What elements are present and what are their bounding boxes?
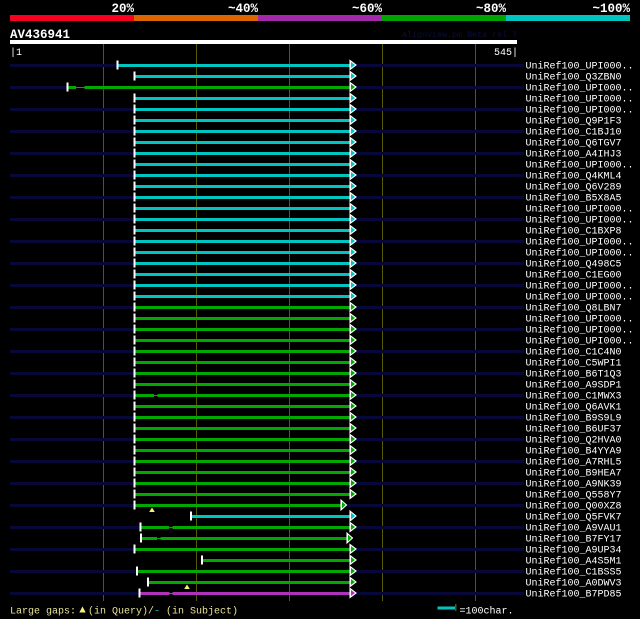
svg-text:UniRef100_UPI000..: UniRef100_UPI000..: [526, 314, 634, 326]
svg-text:(in Subject): (in Subject): [166, 606, 238, 618]
svg-text:UniRef100_Q2HVA0: UniRef100_Q2HVA0: [526, 435, 622, 447]
svg-text:UniRef100_UPI000..: UniRef100_UPI000..: [526, 83, 634, 95]
svg-text:UniRef100_A4IHJ3: UniRef100_A4IHJ3: [526, 149, 622, 161]
svg-text:UniRef100_UPI000..: UniRef100_UPI000..: [526, 105, 634, 117]
svg-text:UniRef100_UPI000..: UniRef100_UPI000..: [526, 61, 634, 73]
svg-text:UniRef100_UPI000..: UniRef100_UPI000..: [526, 204, 634, 216]
svg-text:UniRef100_Q6AVK1: UniRef100_Q6AVK1: [526, 402, 622, 414]
svg-text:UniRef100_A9NK39: UniRef100_A9NK39: [526, 479, 622, 491]
svg-text:(in Query)/: (in Query)/: [88, 606, 154, 618]
svg-text:UniRef100_A9SDP1: UniRef100_A9SDP1: [526, 380, 622, 392]
svg-text:-: -: [154, 607, 160, 618]
svg-text:UniRef100_C5WPI1: UniRef100_C5WPI1: [526, 358, 622, 370]
svg-text:UniRef100_B6UF37: UniRef100_B6UF37: [526, 424, 622, 436]
svg-text:UniRef100_Q6V289: UniRef100_Q6V289: [526, 182, 622, 194]
svg-text:UniRef100_UPI000..: UniRef100_UPI000..: [526, 94, 634, 106]
svg-text:~80%: ~80%: [476, 2, 507, 16]
svg-text:UniRef100_Q8LBN7: UniRef100_Q8LBN7: [526, 303, 622, 315]
svg-text:UniRef100_A9UP34: UniRef100_A9UP34: [526, 545, 622, 557]
svg-text:UniRef100_A9VAU1: UniRef100_A9VAU1: [526, 523, 622, 535]
svg-text:UniRef100_UPI000..: UniRef100_UPI000..: [526, 160, 634, 172]
svg-text:UniRef100_A0DWV3: UniRef100_A0DWV3: [526, 578, 622, 590]
svg-text:UniRef100_C1BJ10: UniRef100_C1BJ10: [526, 127, 622, 139]
svg-text:UniRef100_A7RHL5: UniRef100_A7RHL5: [526, 457, 622, 469]
svg-text:UniRef100_C1C4N0: UniRef100_C1C4N0: [526, 347, 622, 359]
svg-text:UniRef100_B4YYA9: UniRef100_B4YYA9: [526, 446, 622, 458]
svg-text:UniRef100_B9S9L9: UniRef100_B9S9L9: [526, 413, 622, 425]
svg-text:UniRef100_Q5FVK7: UniRef100_Q5FVK7: [526, 512, 622, 524]
svg-text:UniRef100_UPI000..: UniRef100_UPI000..: [526, 215, 634, 227]
svg-text:~100%: ~100%: [592, 2, 630, 16]
svg-text:UniRef100_Q3ZBN0: UniRef100_Q3ZBN0: [526, 72, 622, 84]
svg-text:545|: 545|: [494, 47, 518, 59]
svg-text:UniRef100_C1BSS5: UniRef100_C1BSS5: [526, 567, 622, 579]
svg-text:~60%: ~60%: [352, 2, 383, 16]
svg-text:UniRef100_B6T1Q3: UniRef100_B6T1Q3: [526, 369, 622, 381]
svg-text:AV436941: AV436941: [10, 28, 70, 42]
svg-text:UniRef100_B5X8A5: UniRef100_B5X8A5: [526, 193, 622, 205]
svg-text:UniRef100_Q6TGV7: UniRef100_Q6TGV7: [526, 138, 622, 150]
svg-text:AlignView.pm Beta rel.7: AlignView.pm Beta rel.7: [402, 30, 517, 40]
svg-text:UniRef100_A4S5M1: UniRef100_A4S5M1: [526, 556, 622, 568]
svg-text:UniRef100_C1BXP8: UniRef100_C1BXP8: [526, 226, 622, 238]
svg-text:UniRef100_Q498C5: UniRef100_Q498C5: [526, 259, 622, 271]
svg-text:UniRef100_UPI000..: UniRef100_UPI000..: [526, 325, 634, 337]
svg-text:UniRef100_Q558Y7: UniRef100_Q558Y7: [526, 490, 622, 502]
svg-text:Large gaps:: Large gaps:: [10, 607, 76, 618]
svg-text:~40%: ~40%: [228, 2, 259, 16]
svg-text:=100char.: =100char.: [460, 606, 514, 618]
svg-text:UniRef100_Q4KML4: UniRef100_Q4KML4: [526, 171, 622, 183]
svg-text:UniRef100_B7FY17: UniRef100_B7FY17: [526, 534, 622, 546]
svg-text:|1: |1: [10, 47, 22, 59]
svg-text:UniRef100_B9HEA7: UniRef100_B9HEA7: [526, 468, 622, 480]
svg-text:UniRef100_Q9P1F3: UniRef100_Q9P1F3: [526, 116, 622, 128]
svg-text:UniRef100_C1EG00: UniRef100_C1EG00: [526, 270, 622, 282]
svg-text:UniRef100_C1MWX3: UniRef100_C1MWX3: [526, 391, 622, 403]
svg-text:UniRef100_B7PD85: UniRef100_B7PD85: [526, 589, 622, 601]
svg-text:UniRef100_UPI000..: UniRef100_UPI000..: [526, 292, 634, 304]
svg-text:UniRef100_UPI000..: UniRef100_UPI000..: [526, 237, 634, 249]
svg-text:UniRef100_UPI000..: UniRef100_UPI000..: [526, 336, 634, 348]
svg-text:UniRef100_Q00XZ8: UniRef100_Q00XZ8: [526, 501, 622, 513]
svg-text:UniRef100_UPI000..: UniRef100_UPI000..: [526, 248, 634, 260]
svg-text:20%: 20%: [111, 2, 134, 16]
svg-text:UniRef100_UPI000..: UniRef100_UPI000..: [526, 281, 634, 293]
